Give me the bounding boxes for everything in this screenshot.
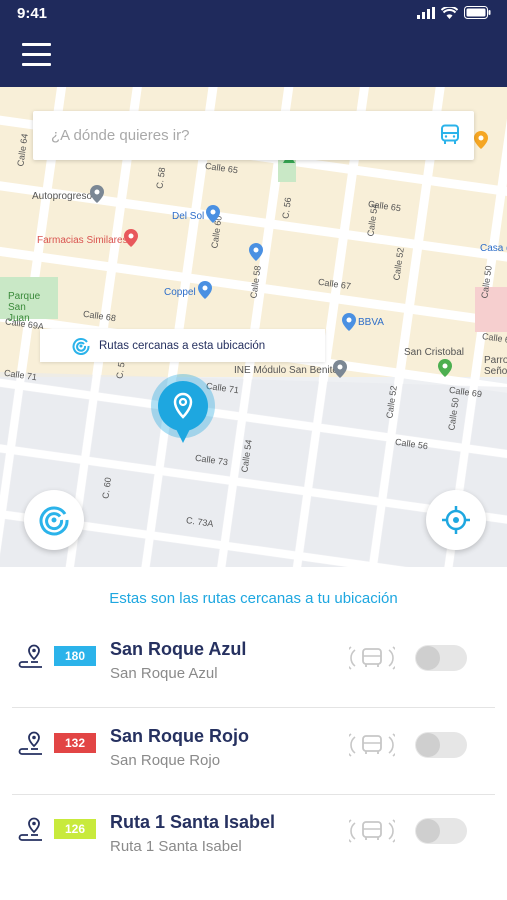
route-number-badge: 132: [54, 733, 96, 753]
search-input[interactable]: [51, 123, 411, 147]
radar-icon: [39, 506, 69, 536]
nearby-routes-tag[interactable]: Rutas cercanas a esta ubicación: [40, 329, 325, 362]
bus-signal-icon[interactable]: [349, 818, 395, 844]
place-label: INE Módulo San Benito: [234, 365, 338, 376]
toggle-knob: [416, 819, 440, 843]
bank-marker-icon: [342, 313, 356, 331]
shopping-marker-icon: [249, 243, 263, 261]
route-toggle[interactable]: [415, 818, 467, 844]
route-subtitle: San Roque Azul: [110, 665, 218, 682]
route-name: Ruta 1 Santa Isabel: [110, 812, 276, 832]
park-marker-icon: [438, 359, 452, 377]
route-number-badge: 126: [54, 819, 96, 839]
place-label: Del Sol: [172, 211, 205, 222]
status-time: 9:41: [17, 5, 48, 22]
place-label: Farmacias Similares: [37, 235, 128, 246]
route-subtitle: San Roque Rojo: [110, 752, 221, 769]
toggle-knob: [416, 646, 440, 670]
place-label: Parroq Seño: [484, 355, 507, 377]
route-subtitle: Ruta 1 Santa Isabel: [110, 838, 242, 855]
route-icon: [18, 644, 42, 668]
place-label: BBVA: [358, 317, 384, 328]
status-bar: 9:41: [0, 0, 507, 26]
place-marker-icon: [333, 360, 347, 378]
battery-icon: [464, 6, 491, 19]
toggle-knob: [416, 733, 440, 757]
place-marker-icon: [90, 185, 104, 203]
shopping-marker-icon: [206, 205, 220, 223]
pharmacy-marker-icon: [124, 229, 138, 247]
bus-signal-icon[interactable]: [349, 645, 395, 671]
wifi-icon: [441, 6, 458, 19]
route-toggle[interactable]: [415, 732, 467, 758]
signal-icon: [417, 6, 435, 19]
route-row[interactable]: 126 Ruta 1 Santa Isabel Ruta 1 Santa Isa…: [12, 795, 495, 881]
bus-icon[interactable]: [440, 124, 460, 146]
radar-icon: [72, 337, 90, 355]
search-bar[interactable]: [33, 111, 474, 160]
shopping-marker-icon: [198, 281, 212, 299]
place-label: Parque San Juan: [8, 291, 41, 324]
route-row[interactable]: 132 San Roque Rojo San Roque Rojo: [12, 709, 495, 795]
route-name: San Roque Azul: [110, 639, 247, 659]
route-number-badge: 180: [54, 646, 96, 666]
location-pin-icon[interactable]: [150, 373, 216, 447]
menu-icon[interactable]: [22, 43, 52, 69]
nearby-routes-label: Rutas cercanas a esta ubicación: [99, 339, 266, 352]
route-row[interactable]: 180 San Roque Azul San Roque Azul: [12, 622, 495, 708]
status-icons: [417, 6, 491, 19]
route-icon: [18, 817, 42, 841]
place-label: Casa d: [480, 243, 507, 254]
route-toggle[interactable]: [415, 645, 467, 671]
place-label: Autoprogreso: [32, 191, 93, 202]
bus-signal-icon[interactable]: [349, 732, 395, 758]
route-icon: [18, 731, 42, 755]
place-label: San Cristobal: [404, 347, 465, 358]
place-label: Coppel: [164, 287, 196, 298]
route-name: San Roque Rojo: [110, 726, 249, 746]
app-header: [0, 26, 507, 87]
radar-button[interactable]: [24, 490, 84, 550]
restaurant-marker-icon: [474, 131, 488, 149]
crosshair-icon: [442, 506, 470, 534]
panel-title: Estas son las rutas cercanas a tu ubicac…: [109, 590, 398, 607]
locate-me-button[interactable]: [426, 490, 486, 550]
